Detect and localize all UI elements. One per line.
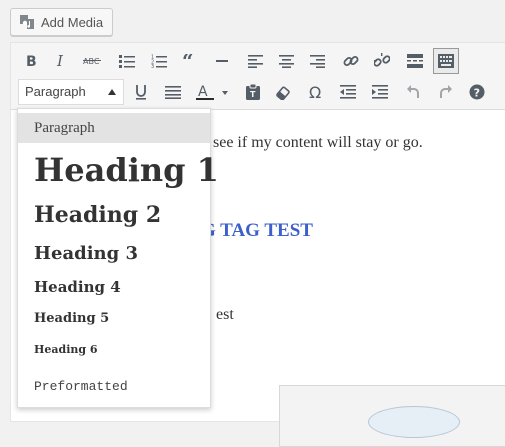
format-option-heading-2[interactable]: Heading 2: [18, 199, 210, 231]
underline-icon: [134, 84, 148, 100]
outdent-icon: [340, 85, 356, 99]
increase-indent-button[interactable]: [367, 79, 393, 105]
bold-button[interactable]: B: [18, 48, 44, 74]
editor-toolbar: B I ABC 123 “ Paragraph A T Ω ?: [11, 43, 505, 110]
paste-as-text-button[interactable]: T: [240, 79, 266, 105]
format-option-heading-6[interactable]: Heading 6: [18, 339, 210, 359]
align-left-icon: [247, 54, 263, 68]
undo-icon: [406, 84, 422, 100]
format-option-preformatted[interactable]: Preformatted: [18, 373, 210, 399]
align-left-button[interactable]: [242, 48, 268, 74]
read-more-button[interactable]: [402, 48, 428, 74]
svg-text:3: 3: [151, 64, 154, 68]
align-center-icon: [278, 54, 294, 68]
image-graphic: [368, 406, 460, 438]
toolbar-toggle-icon: [438, 54, 454, 68]
svg-text:ABC: ABC: [83, 57, 100, 66]
horizontal-line-icon: [215, 54, 229, 68]
decrease-indent-button[interactable]: [335, 79, 361, 105]
align-right-button[interactable]: [304, 48, 330, 74]
strikethrough-button[interactable]: ABC: [79, 48, 105, 74]
format-option-heading-5[interactable]: Heading 5: [18, 307, 210, 329]
blockquote-icon: “: [182, 54, 198, 68]
bulleted-list-button[interactable]: [114, 48, 140, 74]
content-paragraph: see if my content will stay or go.: [213, 134, 423, 151]
add-media-button[interactable]: Add Media: [10, 8, 113, 36]
help-icon: ?: [469, 84, 485, 100]
insert-link-button[interactable]: [338, 48, 364, 74]
media-icon: [19, 14, 35, 30]
eraser-icon: [276, 84, 292, 100]
format-option-heading-1[interactable]: Heading 1: [18, 149, 219, 191]
numbered-list-button[interactable]: 123: [146, 48, 172, 74]
keyboard-shortcuts-button[interactable]: ?: [464, 79, 490, 105]
undo-button[interactable]: [401, 79, 427, 105]
text-color-button[interactable]: A: [193, 79, 233, 105]
bold-icon: B: [24, 54, 38, 68]
svg-text:I: I: [56, 54, 64, 68]
svg-text:?: ?: [474, 87, 480, 100]
caret-up-icon: [108, 89, 116, 95]
align-center-button[interactable]: [273, 48, 299, 74]
align-right-icon: [309, 54, 325, 68]
read-more-icon: [407, 54, 423, 68]
format-select-value: Paragraph: [25, 84, 86, 99]
format-select[interactable]: Paragraph: [18, 79, 124, 105]
toolbar-toggle-button[interactable]: [433, 48, 459, 74]
bulleted-list-icon: [119, 54, 135, 68]
format-option-heading-4[interactable]: Heading 4: [18, 275, 210, 299]
indent-icon: [372, 85, 388, 99]
svg-text:A: A: [198, 84, 208, 100]
svg-text:T: T: [250, 90, 256, 99]
link-icon: [343, 53, 359, 69]
content-text: est: [216, 306, 234, 323]
underline-button[interactable]: [128, 79, 154, 105]
svg-text:B: B: [26, 54, 37, 68]
clear-formatting-button[interactable]: [271, 79, 297, 105]
strikethrough-icon: ABC: [83, 54, 101, 68]
content-heading: G TAG TEST: [201, 220, 313, 241]
remove-link-button[interactable]: [369, 48, 395, 74]
redo-button[interactable]: [432, 79, 458, 105]
content-image[interactable]: [279, 385, 505, 447]
text-color-icon: A: [196, 84, 230, 100]
numbered-list-icon: 123: [151, 54, 167, 68]
italic-button[interactable]: I: [48, 48, 74, 74]
omega-icon: Ω: [308, 84, 324, 100]
clipboard-icon: T: [246, 84, 260, 100]
format-dropdown-menu: Paragraph Heading 1 Heading 2 Heading 3 …: [17, 108, 219, 408]
unlink-icon: [374, 53, 390, 69]
blockquote-button[interactable]: “: [177, 48, 203, 74]
format-option-paragraph[interactable]: Paragraph: [18, 113, 210, 143]
redo-icon: [437, 84, 453, 100]
italic-icon: I: [54, 54, 68, 68]
special-character-button[interactable]: Ω: [303, 79, 329, 105]
justify-icon: [165, 85, 181, 99]
svg-text:Ω: Ω: [309, 84, 321, 100]
add-media-label: Add Media: [41, 14, 104, 30]
horizontal-line-button[interactable]: [209, 48, 235, 74]
justify-button[interactable]: [160, 79, 186, 105]
svg-text:“: “: [182, 54, 194, 68]
format-option-heading-3[interactable]: Heading 3: [18, 239, 210, 267]
